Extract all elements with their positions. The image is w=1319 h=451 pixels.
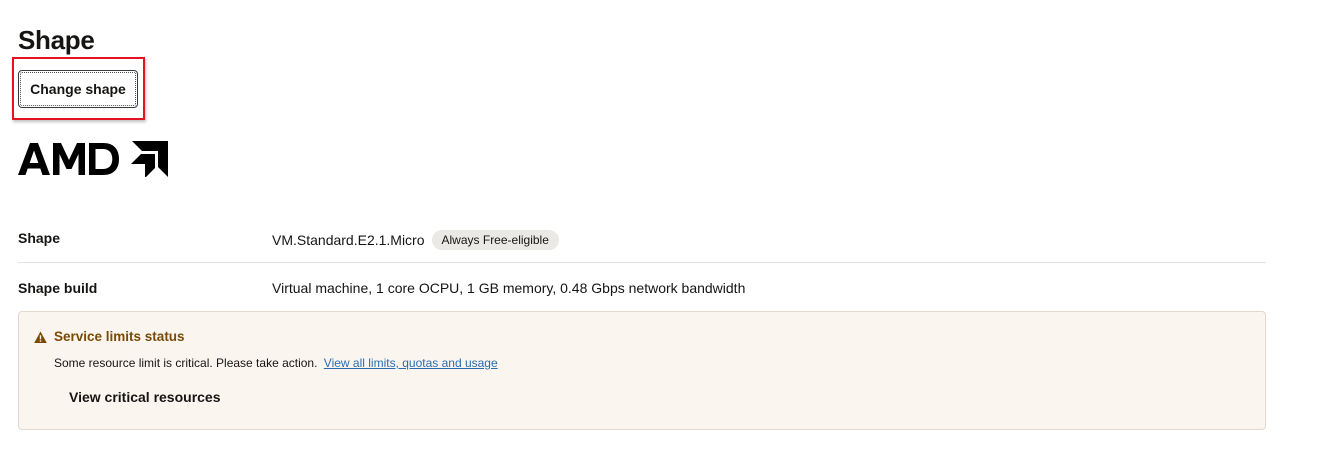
free-eligible-badge: Always Free-eligible [431, 230, 559, 250]
view-limits-link[interactable]: View all limits, quotas and usage [324, 356, 498, 370]
shape-build-row: Shape build Virtual machine, 1 core OCPU… [18, 278, 1266, 298]
page-title: Shape [18, 25, 95, 55]
shape-label: Shape [18, 230, 61, 246]
shape-build-label: Shape build [18, 280, 98, 296]
alert-title: Service limits status [54, 329, 185, 344]
view-critical-resources-button[interactable]: View critical resources [69, 389, 221, 405]
warning-triangle-icon [34, 331, 47, 343]
shape-value-group: VM.Standard.E2.1.Micro Always Free-eligi… [272, 230, 559, 250]
amd-logo [18, 141, 168, 177]
shape-value: VM.Standard.E2.1.Micro [272, 232, 425, 248]
alert-message: Some resource limit is critical. Please … [54, 356, 318, 370]
shape-row: Shape VM.Standard.E2.1.Micro Always Free… [18, 226, 1266, 263]
service-limits-alert: Service limits status Some resource limi… [18, 311, 1266, 430]
change-shape-button[interactable]: Change shape [18, 70, 138, 108]
shape-build-value: Virtual machine, 1 core OCPU, 1 GB memor… [272, 280, 746, 296]
alert-message-line: Some resource limit is critical. Please … [54, 356, 498, 370]
